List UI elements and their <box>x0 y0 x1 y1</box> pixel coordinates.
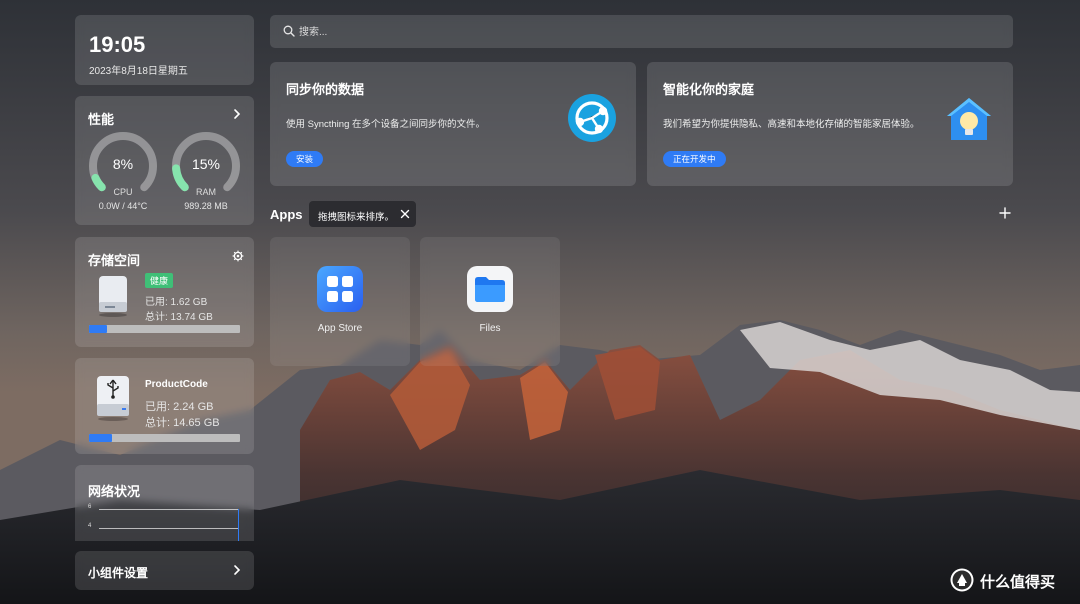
chevron-right-icon[interactable] <box>230 107 244 121</box>
cpu-detail: 0.0W / 44°C <box>98 201 148 211</box>
disk-total: 总计: 13.74 GB <box>145 312 213 323</box>
usb-drive-name: ProductCode <box>145 379 208 390</box>
performance-title: 性能 <box>88 112 115 127</box>
app-tile-app-store[interactable]: App Store <box>270 237 410 366</box>
syncthing-icon <box>568 94 616 142</box>
install-button[interactable]: 安装 <box>286 151 324 167</box>
network-tick: 4 <box>88 523 92 529</box>
usb-usage-fill <box>89 434 113 442</box>
clock-widget: 19:05 2023年8月18日星期五 <box>75 15 254 85</box>
app-store-icon <box>317 266 363 312</box>
syncthing-promo-card[interactable]: 同步你的数据 使用 Syncthing 在多个设备之间同步你的文件。 安装 <box>270 62 636 186</box>
clock-date: 2023年8月18日星期五 <box>89 66 188 77</box>
ram-label: RAM <box>196 187 216 197</box>
gear-icon[interactable] <box>232 250 244 262</box>
disk-used: 已用: 1.62 GB <box>145 297 208 308</box>
app-tile-label: App Store <box>317 323 363 334</box>
apps-section-title: Apps <box>270 207 303 222</box>
search-input[interactable] <box>299 22 999 42</box>
add-icon[interactable] <box>998 206 1012 220</box>
folder-icon <box>467 266 513 312</box>
smart-home-icon <box>947 98 991 140</box>
app-tile-files[interactable]: Files <box>420 237 560 366</box>
network-tick: 6 <box>88 504 92 510</box>
usb-drive-icon <box>97 376 129 421</box>
usb-used: 已用: 2.24 GB <box>145 401 214 413</box>
storage-title: 存储空间 <box>88 253 141 268</box>
ram-gauge: 15% RAM <box>170 130 242 202</box>
cpu-label: CPU <box>113 187 133 197</box>
network-gridline <box>99 528 239 529</box>
clock-time: 19:05 <box>89 32 146 57</box>
close-icon[interactable] <box>400 209 410 219</box>
storage-widget[interactable]: 存储空间 健康 已用: 1.62 GB 总计: 13.74 GB <box>75 237 254 347</box>
watermark-text: 什么值得买 <box>980 574 1056 591</box>
ram-detail: 989.28 MB <box>184 201 228 211</box>
hard-disk-icon <box>99 276 127 317</box>
widget-settings-button[interactable]: 小组件设置 <box>75 551 254 590</box>
widget-settings-label: 小组件设置 <box>88 566 149 580</box>
usb-storage-widget[interactable]: ProductCode 已用: 2.24 GB 总计: 14.65 GB <box>75 358 254 454</box>
performance-widget[interactable]: 性能 8% CPU 0.0W / 44°C 15% RAM 989.28 MB <box>75 96 254 225</box>
app-tile-label: Files <box>479 323 501 334</box>
usb-usage-bar <box>89 434 240 442</box>
smzdm-logo-icon <box>950 568 974 592</box>
network-series-line <box>238 509 239 541</box>
promo-description: 我们希望为你提供隐私、高速和本地化存储的智能家居体验。 <box>663 119 920 130</box>
network-title: 网络状况 <box>88 484 141 499</box>
smart-home-promo-card[interactable]: 智能化你的家庭 我们希望为你提供隐私、高速和本地化存储的智能家居体验。 正在开发… <box>647 62 1013 186</box>
cpu-value: 8% <box>112 156 134 172</box>
search-bar[interactable] <box>270 15 1013 48</box>
network-widget[interactable]: 网络状况 6 4 <box>75 465 254 541</box>
promo-title: 同步你的数据 <box>286 82 365 97</box>
promo-description: 使用 Syncthing 在多个设备之间同步你的文件。 <box>286 119 485 130</box>
disk-usage-bar <box>89 325 240 333</box>
promo-title: 智能化你的家庭 <box>663 82 755 97</box>
in-development-button[interactable]: 正在开发中 <box>663 151 726 167</box>
cpu-gauge: 8% CPU <box>87 130 159 202</box>
health-badge: 健康 <box>145 273 174 288</box>
watermark: 什么值得买 <box>950 568 1070 594</box>
usb-total: 总计: 14.65 GB <box>145 417 220 429</box>
chevron-right-icon <box>234 565 241 575</box>
disk-usage-fill <box>89 325 107 333</box>
search-icon <box>283 25 295 37</box>
tooltip-text: 拖拽图标来排序。 <box>318 212 395 223</box>
drag-sort-tooltip: 拖拽图标来排序。 <box>309 201 416 227</box>
network-gridline <box>99 509 239 510</box>
cpu-gauge-fill <box>91 173 106 192</box>
ram-value: 15% <box>191 156 221 172</box>
